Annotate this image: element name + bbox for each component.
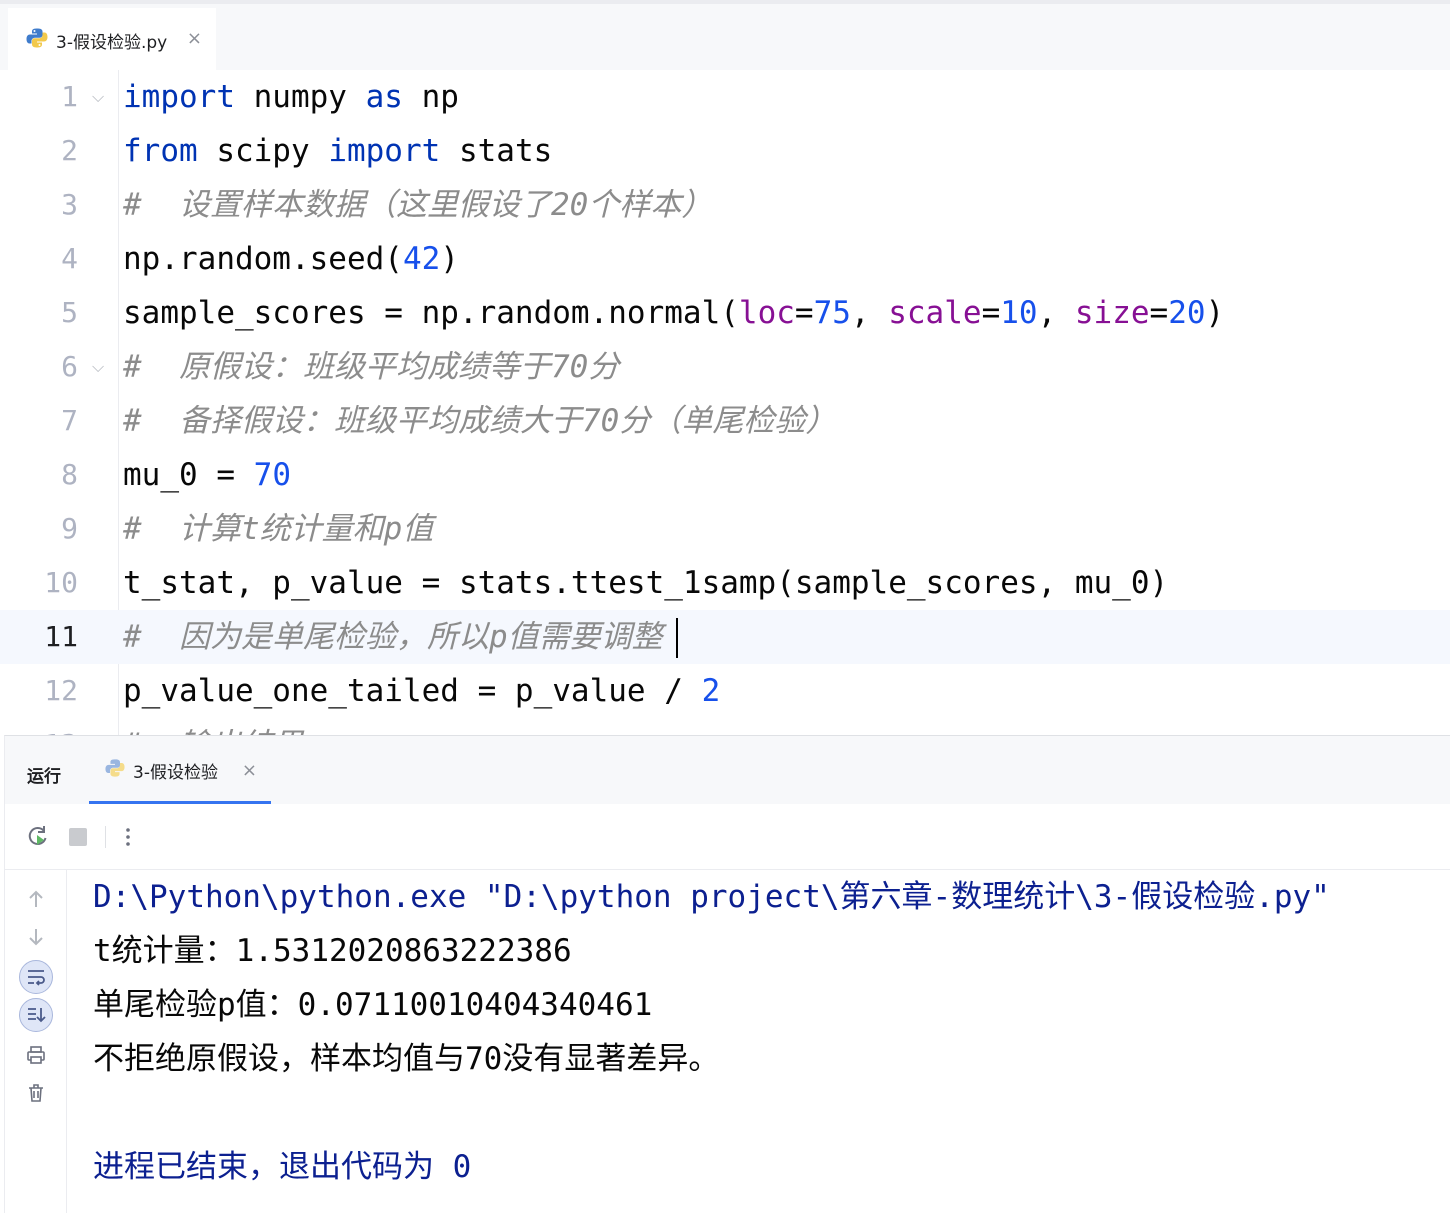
code-line[interactable]: 8 mu_0 = 70 xyxy=(0,448,1450,502)
line-number: 5 xyxy=(61,296,78,329)
line-number: 13 xyxy=(0,718,78,735)
line-number: 3 xyxy=(61,188,78,221)
text-caret xyxy=(676,618,678,658)
editor-tab-bar: 3-假设检验.py × xyxy=(0,0,1450,73)
code-line[interactable]: 5 sample_scores = np.random.normal(loc=7… xyxy=(0,286,1450,340)
code-line[interactable]: 6 ⌵ # 原假设：班级平均成绩等于70分 xyxy=(0,340,1450,394)
code-line[interactable]: 10 t_stat, p_value = stats.ttest_1samp(s… xyxy=(0,556,1450,610)
python-file-icon xyxy=(105,758,125,782)
code-line[interactable]: 4 np.random.seed(42) xyxy=(0,232,1450,286)
console-output-line: t统计量：1.5312020863222386 xyxy=(93,933,572,969)
code-text: np.random.seed(42) xyxy=(123,241,459,277)
code-text: sample_scores = np.random.normal(loc=75,… xyxy=(123,295,1225,331)
line-number: 1 xyxy=(61,80,78,113)
fold-icon[interactable]: ⌵ xyxy=(92,357,104,377)
code-line[interactable]: 13 # 输出结果 xyxy=(0,718,1450,735)
code-line[interactable]: 1 ⌵ import numpy as np xyxy=(0,70,1450,124)
close-icon[interactable]: × xyxy=(242,760,257,781)
arrow-up-icon[interactable] xyxy=(19,882,53,916)
code-text: t_stat, p_value = stats.ttest_1samp(samp… xyxy=(123,565,1169,601)
console-side-toolbar xyxy=(5,870,67,1213)
code-line[interactable]: 2 from scipy import stats xyxy=(0,124,1450,178)
soft-wrap-icon[interactable] xyxy=(19,960,53,994)
rerun-icon[interactable] xyxy=(25,824,51,850)
code-line[interactable]: 3 # 设置样本数据（这里假设了20个样本） xyxy=(0,178,1450,232)
code-comment: # 设置样本数据（这里假设了20个样本） xyxy=(123,187,713,223)
run-config-tab[interactable]: 3-假设检验 × xyxy=(89,736,271,804)
python-file-icon xyxy=(26,27,48,53)
line-number: 4 xyxy=(61,242,78,275)
more-icon[interactable] xyxy=(115,824,141,850)
run-toolbar xyxy=(5,804,1450,870)
console-output[interactable]: D:\Python\python.exe "D:\python project\… xyxy=(93,870,1443,1213)
code-comment: # 输出结果 xyxy=(123,718,303,735)
code-text: from scipy import stats xyxy=(123,133,553,169)
run-header: 运行 3-假设检验 × xyxy=(5,736,1450,804)
console-output-line: 不拒绝原假设，样本均值与70没有显著差异。 xyxy=(93,1041,720,1077)
editor-tab-title: 3-假设检验.py xyxy=(56,32,168,53)
code-comment: # 备择假设：班级平均成绩大于70分（单尾检验） xyxy=(123,403,837,439)
code-line[interactable]: 7 # 备择假设：班级平均成绩大于70分（单尾检验） xyxy=(0,394,1450,448)
line-number: 8 xyxy=(61,458,78,491)
trash-icon[interactable] xyxy=(19,1076,53,1110)
close-icon[interactable]: × xyxy=(187,28,202,49)
code-text: p_value_one_tailed = p_value / 2 xyxy=(123,673,721,709)
code-comment: # 计算t统计量和p值 xyxy=(123,511,434,547)
code-line-current[interactable]: 11 # 因为是单尾检验，所以p值需要调整 xyxy=(0,610,1450,664)
line-number: 2 xyxy=(61,134,78,167)
line-number: 6 xyxy=(61,350,78,383)
line-number: 10 xyxy=(44,566,78,599)
code-text: mu_0 = 70 xyxy=(123,457,291,493)
code-text: import numpy as np xyxy=(123,79,459,115)
arrow-down-icon[interactable] xyxy=(19,920,53,954)
run-tool-window: 运行 3-假设检验 × D:\Python\python.exe "D:\pyt… xyxy=(4,735,1450,1213)
code-comment: # 因为是单尾检验，所以p值需要调整 xyxy=(123,619,663,655)
line-number: 11 xyxy=(44,620,78,653)
line-number: 12 xyxy=(44,674,78,707)
code-comment: # 原假设：班级平均成绩等于70分 xyxy=(123,349,620,385)
scroll-to-end-icon[interactable] xyxy=(19,998,53,1032)
editor-tab[interactable]: 3-假设检验.py × xyxy=(8,8,216,72)
fold-icon[interactable]: ⌵ xyxy=(92,87,104,107)
run-window-label: 运行 xyxy=(27,767,61,787)
run-tab-title: 3-假设检验 xyxy=(133,762,218,783)
stop-icon[interactable] xyxy=(65,824,91,850)
code-editor[interactable]: 1 ⌵ import numpy as np 2 from scipy impo… xyxy=(0,70,1450,735)
console-command-line: D:\Python\python.exe "D:\python project\… xyxy=(93,879,1330,915)
console-exit-line: 进程已结束，退出代码为 0 xyxy=(93,1149,472,1185)
toolbar-separator xyxy=(105,826,106,848)
console-output-line: 单尾检验p值：0.07110010404340461 xyxy=(93,987,653,1023)
print-icon[interactable] xyxy=(19,1038,53,1072)
line-number: 7 xyxy=(61,404,78,437)
line-number: 9 xyxy=(61,512,78,545)
code-line[interactable]: 9 # 计算t统计量和p值 xyxy=(0,502,1450,556)
code-line[interactable]: 12 p_value_one_tailed = p_value / 2 xyxy=(0,664,1450,718)
